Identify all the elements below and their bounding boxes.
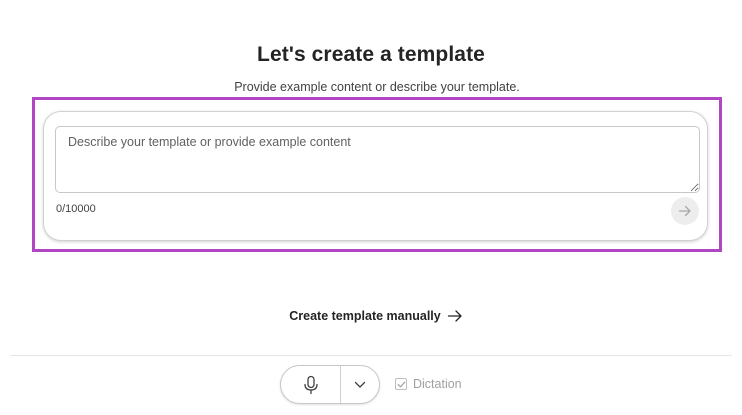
prompt-card: 0/10000 [43, 111, 708, 241]
microphone-icon [303, 375, 318, 394]
dictation-control [280, 365, 380, 404]
microphone-button[interactable] [281, 366, 341, 403]
dictation-label: Dictation [413, 377, 462, 391]
arrow-right-icon [678, 205, 691, 217]
dictation-toggle[interactable]: Dictation [395, 377, 462, 391]
chevron-down-icon [354, 381, 366, 388]
checkmark-icon [397, 380, 405, 387]
template-description-input[interactable] [55, 126, 700, 193]
page-subtitle: Provide example content or describe your… [234, 80, 520, 94]
template-creation-page: Let's create a template Provide example … [0, 0, 742, 415]
send-button[interactable] [671, 197, 699, 225]
character-count: 0/10000 [56, 203, 96, 215]
create-template-manually-label: Create template manually [289, 309, 441, 323]
arrow-right-icon [447, 310, 462, 322]
divider [10, 355, 732, 356]
dictation-checkbox[interactable] [395, 378, 407, 390]
page-title: Let's create a template [257, 43, 485, 66]
create-template-manually-link[interactable]: Create template manually [0, 309, 742, 323]
dictation-options-button[interactable] [341, 366, 379, 403]
